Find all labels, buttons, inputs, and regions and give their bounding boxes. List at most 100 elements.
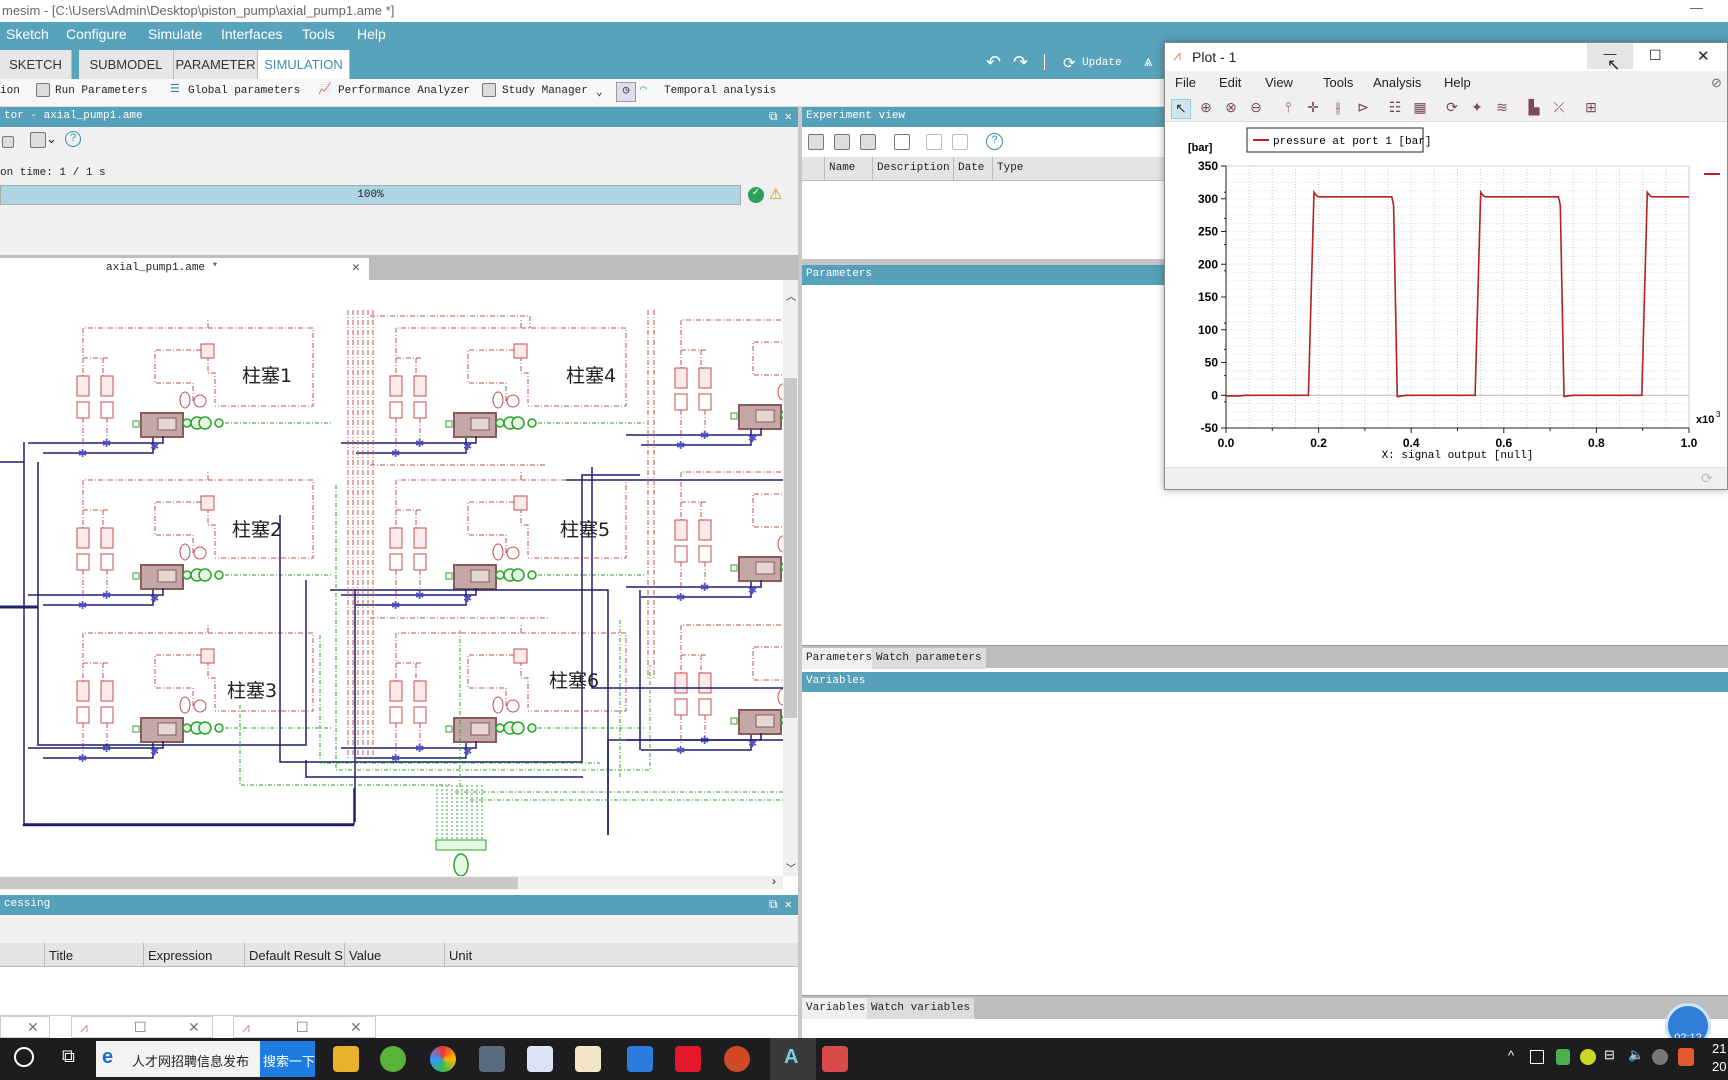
pressure-chart[interactable]: 350 300 250 200 150 100 50 0 -500.0 0.2 0.4 0.6 0.8 1…	[1165, 122, 1727, 467]
performance-analyzer-button[interactable]: Performance Analyzer	[338, 85, 470, 97]
cortana-icon[interactable]	[14, 1047, 34, 1067]
tray-plus-icon[interactable]	[1580, 1049, 1596, 1065]
grid-layout-icon[interactable]: ▦	[1410, 99, 1430, 119]
amesim-taskbar-button[interactable]: A	[770, 1038, 816, 1080]
pin-icon[interactable]: ⊘	[1711, 75, 1722, 91]
xy-plot-icon[interactable]: ⤫	[1549, 99, 1569, 119]
crosshair-icon[interactable]: ✛	[1303, 99, 1323, 119]
chevron-down-icon[interactable]: ﹀	[786, 860, 796, 875]
histogram-icon[interactable]: ▙	[1524, 99, 1544, 119]
piston-block[interactable]: ✱✱ ✱	[341, 318, 646, 460]
undo-button[interactable]: ↶	[986, 52, 1001, 73]
tab-simulation[interactable]: SIMULATION	[258, 50, 350, 79]
clock-date[interactable]: 20	[1712, 1059, 1726, 1074]
refresh-icon[interactable]: ⟳	[1701, 470, 1713, 487]
stop-icon[interactable]	[2, 133, 14, 148]
search-box[interactable]: e 人才网招聘信息发布	[96, 1041, 260, 1077]
help-icon[interactable]: ?	[986, 133, 1003, 150]
piston-block[interactable]: ✱✱ ✱	[341, 623, 646, 765]
horizontal-scrollbar[interactable]: ›	[0, 874, 783, 890]
piston-block[interactable]: ✱✱ ✱	[28, 623, 333, 765]
chevron-up-icon[interactable]: ︿	[786, 288, 796, 303]
powerpoint-icon[interactable]	[724, 1046, 750, 1072]
menu-configure[interactable]: Configure	[66, 26, 127, 42]
tray-close-icon[interactable]	[1652, 1049, 1668, 1065]
volume-icon[interactable]: 🔈	[1628, 1047, 1644, 1063]
tab-axial-pump1[interactable]: axial_pump1.ame * ✕	[0, 258, 369, 280]
document-viewer-icon[interactable]	[575, 1046, 601, 1072]
col-title[interactable]: Title	[44, 943, 73, 967]
plot-menu-tools[interactable]: Tools	[1323, 75, 1353, 90]
col-expression[interactable]: Expression	[143, 943, 212, 967]
temporal-analysis-button[interactable]: Temporal analysis	[664, 85, 776, 97]
calculator-icon[interactable]	[479, 1046, 505, 1072]
file-explorer-icon[interactable]	[333, 1046, 359, 1072]
close-icon[interactable]: ✕	[350, 1019, 362, 1036]
minimize-button[interactable]: —	[1690, 0, 1703, 15]
minimized-window[interactable]: ✕	[0, 1016, 50, 1038]
import-experiment-icon[interactable]	[952, 133, 968, 150]
tab-watch-variables[interactable]: Watch variables	[867, 998, 975, 1019]
col-default-result[interactable]: Default Result S	[244, 943, 343, 967]
pin-icon[interactable]: ✦	[1467, 99, 1487, 119]
tray-expand-icon[interactable]: ^	[1508, 1048, 1514, 1063]
plot-menu-edit[interactable]: Edit	[1219, 75, 1241, 90]
delete-icon[interactable]	[894, 133, 910, 150]
export-icon[interactable]: ⌄	[30, 131, 57, 148]
scrollbar-thumb[interactable]	[784, 378, 797, 718]
network-icon[interactable]: ⊟	[1604, 1047, 1615, 1063]
browser-360-icon[interactable]	[380, 1046, 406, 1072]
minimized-plot-window[interactable]: ⩘ ☐ ✕	[71, 1016, 213, 1038]
piston-block[interactable]: ✱✱ ✱	[28, 318, 333, 460]
circuit-diagram[interactable]: ✱✱✱柱塞1✱✱✱柱塞2✱✱✱柱塞3✱✱✱柱塞4✱✱✱柱塞5✱✱✱柱塞6✱✱✱柱…	[0, 280, 783, 876]
search-experiment-icon[interactable]	[926, 133, 942, 150]
menu-sketch[interactable]: Sketch	[6, 26, 49, 42]
remote-app-icon[interactable]	[822, 1046, 848, 1072]
clock-icon[interactable]: ◷	[616, 82, 636, 102]
plot-menu-analysis[interactable]: Analysis	[1373, 75, 1421, 90]
table-icon[interactable]: ☷	[1385, 99, 1405, 119]
minimized-plot-window[interactable]: ⩘ ☐ ✕	[233, 1016, 376, 1038]
zoom-in-icon[interactable]: ⊗	[1221, 99, 1241, 119]
tab-sketch[interactable]: SKETCH	[0, 50, 72, 79]
menu-interfaces[interactable]: Interfaces	[221, 26, 282, 42]
col-value[interactable]: Value	[344, 943, 381, 967]
menu-tools[interactable]: Tools	[302, 26, 335, 42]
zoom-region-icon[interactable]: ⊕	[1196, 99, 1216, 119]
col-description[interactable]: Description	[872, 157, 950, 181]
tab-submodel[interactable]: SUBMODEL	[79, 50, 174, 79]
dual-cursor-icon[interactable]: ⫲	[1328, 99, 1348, 119]
maximize-icon[interactable]: ☐	[296, 1019, 309, 1036]
tab-watch-parameters[interactable]: Watch parameters	[872, 648, 986, 669]
vertical-scrollbar[interactable]: ︿ ﹀	[783, 280, 798, 876]
panel-controls[interactable]: ⧉ ✕	[769, 897, 792, 912]
run-parameters-button[interactable]: Run Parameters	[55, 85, 147, 97]
curves-icon[interactable]: ≋	[1492, 99, 1512, 119]
close-icon[interactable]: ✕	[27, 1019, 39, 1036]
menu-help[interactable]: Help	[357, 26, 386, 42]
search-button[interactable]: 搜索一下	[260, 1041, 315, 1077]
security-shield-icon[interactable]	[1556, 1049, 1570, 1065]
sogou-ime-icon[interactable]	[1678, 1048, 1694, 1066]
new-experiment-icon[interactable]	[808, 133, 824, 150]
panel-controls[interactable]: ⧉ ✕	[769, 109, 792, 124]
update-button[interactable]: Update	[1082, 57, 1122, 69]
youdao-icon[interactable]	[675, 1046, 701, 1072]
study-manager-button[interactable]: Study Manager	[502, 85, 588, 97]
plot-menu-view[interactable]: View	[1265, 75, 1293, 90]
tray-app-icon[interactable]	[1530, 1050, 1544, 1064]
plot-menu-help[interactable]: Help	[1444, 75, 1471, 90]
close-button[interactable]: ✕	[1697, 47, 1710, 65]
plot-titlebar[interactable]: ⩘ Plot - 1 — ☐ ✕ ↖	[1165, 43, 1727, 74]
splitter[interactable]	[798, 107, 802, 1038]
close-icon[interactable]: ✕	[352, 260, 360, 275]
maximize-button[interactable]: ☐	[1649, 47, 1662, 64]
save-all-icon[interactable]	[860, 133, 876, 150]
cursor-icon[interactable]: ⫯	[1278, 99, 1298, 119]
close-icon[interactable]: ✕	[188, 1019, 200, 1036]
piston-block[interactable]: ✱✱ ✱	[28, 470, 333, 612]
play-cursor-icon[interactable]: ⊳	[1353, 99, 1373, 119]
scrollbar-thumb[interactable]	[0, 877, 518, 889]
feishu-icon[interactable]	[527, 1046, 553, 1072]
tab-parameters[interactable]: Parameters	[802, 648, 877, 669]
